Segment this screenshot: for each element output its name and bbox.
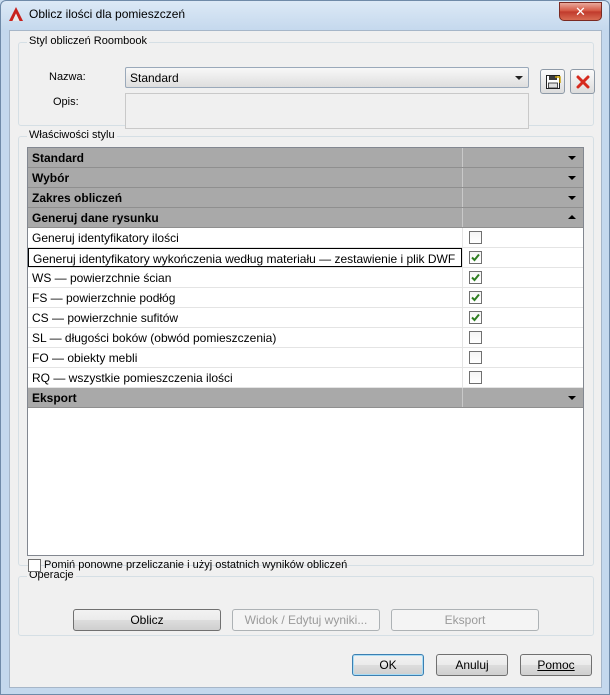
help-button[interactable]: Pomoc bbox=[520, 654, 592, 676]
skip-recalc-checkbox[interactable] bbox=[28, 559, 41, 572]
property-value-cell bbox=[462, 368, 583, 387]
property-value-cell bbox=[462, 348, 583, 367]
category-value-cell bbox=[462, 148, 583, 167]
checkbox-checked[interactable] bbox=[469, 311, 482, 324]
property-label: SL — długości boków (obwód pomieszczenia… bbox=[32, 331, 277, 345]
ok-button[interactable]: OK bbox=[352, 654, 424, 676]
category-row-zakres[interactable]: Zakres obliczeń bbox=[28, 188, 583, 208]
collapse-arrow-icon[interactable] bbox=[568, 215, 576, 219]
category-value-cell bbox=[462, 388, 583, 407]
checkbox-checked[interactable] bbox=[469, 251, 482, 264]
desc-field[interactable] bbox=[125, 93, 529, 129]
chevron-down-icon bbox=[515, 76, 523, 80]
expand-arrow-icon[interactable] bbox=[568, 156, 576, 160]
expand-arrow-icon[interactable] bbox=[568, 196, 576, 200]
property-label: Generuj identyfikatory ilości bbox=[32, 231, 179, 245]
category-row-wybor[interactable]: Wybór bbox=[28, 168, 583, 188]
property-label: Generuj identyfikatory wykończenia wedłu… bbox=[28, 248, 462, 267]
autocad-logo-icon bbox=[9, 7, 23, 21]
style-name-combo[interactable]: Standard bbox=[125, 67, 529, 88]
checkmark-icon bbox=[471, 313, 480, 322]
properties-group-legend: Właściwości stylu bbox=[27, 129, 117, 141]
category-label: Wybór bbox=[32, 171, 70, 185]
property-value-cell bbox=[462, 268, 583, 287]
category-row-eksport[interactable]: Eksport bbox=[28, 388, 583, 408]
property-label: WS — powierzchnie ścian bbox=[32, 271, 172, 285]
category-row-generuj[interactable]: Generuj dane rysunku bbox=[28, 208, 583, 228]
property-row[interactable]: Generuj identyfikatory ilości bbox=[28, 228, 583, 248]
property-value-cell bbox=[462, 288, 583, 307]
property-row[interactable]: SL — długości boków (obwód pomieszczenia… bbox=[28, 328, 583, 348]
property-label: FO — obiekty mebli bbox=[32, 351, 138, 365]
skip-recalc-label: Pomiń ponowne przeliczanie i użyj ostatn… bbox=[44, 559, 348, 571]
property-row[interactable]: FO — obiekty mebli bbox=[28, 348, 583, 368]
style-name-value: Standard bbox=[130, 71, 179, 85]
close-button[interactable]: ✕ bbox=[559, 2, 602, 21]
property-label: FS — powierzchnie podłóg bbox=[32, 291, 176, 305]
style-group-legend: Styl obliczeń Roombook bbox=[27, 35, 150, 47]
category-label: Zakres obliczeń bbox=[32, 191, 123, 205]
property-value-cell bbox=[462, 228, 583, 247]
category-label: Standard bbox=[32, 151, 85, 165]
delete-style-button[interactable] bbox=[570, 69, 595, 94]
property-row[interactable]: RQ — wszystkie pomieszczenia ilości bbox=[28, 368, 583, 388]
property-row[interactable]: CS — powierzchnie sufitów bbox=[28, 308, 583, 328]
save-icon bbox=[545, 74, 561, 89]
cancel-button[interactable]: Anuluj bbox=[436, 654, 508, 676]
dialog-window: Oblicz ilości dla pomieszczeń ✕ Styl obl… bbox=[0, 0, 610, 695]
delete-x-icon bbox=[576, 75, 589, 88]
category-value-cell bbox=[462, 188, 583, 207]
checkbox-unchecked[interactable] bbox=[469, 331, 482, 344]
property-grid[interactable]: Standard Wybór Zakres obliczeń Generuj d… bbox=[27, 147, 584, 556]
style-group: Styl obliczeń Roombook Nazwa: Standard O… bbox=[18, 35, 595, 129]
save-style-button[interactable] bbox=[540, 69, 565, 94]
export-button[interactable]: Eksport bbox=[391, 609, 539, 631]
calculate-button[interactable]: Oblicz bbox=[73, 609, 221, 631]
expand-arrow-icon[interactable] bbox=[568, 176, 576, 180]
property-value-cell bbox=[462, 308, 583, 327]
property-label: CS — powierzchnie sufitów bbox=[32, 311, 179, 325]
checkbox-checked[interactable] bbox=[469, 291, 482, 304]
checkbox-unchecked[interactable] bbox=[469, 371, 482, 384]
property-row[interactable]: FS — powierzchnie podłóg bbox=[28, 288, 583, 308]
name-label: Nazwa: bbox=[49, 71, 86, 83]
view-edit-results-button[interactable]: Widok / Edytuj wyniki... bbox=[232, 609, 380, 631]
property-value-cell bbox=[462, 328, 583, 347]
dialog-client: Styl obliczeń Roombook Nazwa: Standard O… bbox=[9, 30, 602, 688]
property-row[interactable]: WS — powierzchnie ścian bbox=[28, 268, 583, 288]
expand-arrow-icon[interactable] bbox=[568, 396, 576, 400]
checkmark-icon bbox=[471, 273, 480, 282]
window-title: Oblicz ilości dla pomieszczeń bbox=[29, 7, 186, 21]
property-row-selected[interactable]: Generuj identyfikatory wykończenia wedłu… bbox=[28, 248, 583, 268]
category-row-standard[interactable]: Standard bbox=[28, 148, 583, 168]
category-value-cell bbox=[462, 208, 583, 227]
checkmark-icon bbox=[471, 293, 480, 302]
property-value-cell bbox=[462, 248, 583, 267]
category-value-cell bbox=[462, 168, 583, 187]
property-label: RQ — wszystkie pomieszczenia ilości bbox=[32, 371, 233, 385]
checkbox-unchecked[interactable] bbox=[469, 351, 482, 364]
category-label: Eksport bbox=[32, 391, 77, 405]
title-bar[interactable]: Oblicz ilości dla pomieszczeń ✕ bbox=[1, 1, 609, 27]
checkbox-checked[interactable] bbox=[469, 271, 482, 284]
checkmark-icon bbox=[471, 253, 480, 262]
checkbox-unchecked[interactable] bbox=[469, 231, 482, 244]
desc-label: Opis: bbox=[53, 96, 79, 108]
category-label: Generuj dane rysunku bbox=[32, 211, 159, 225]
